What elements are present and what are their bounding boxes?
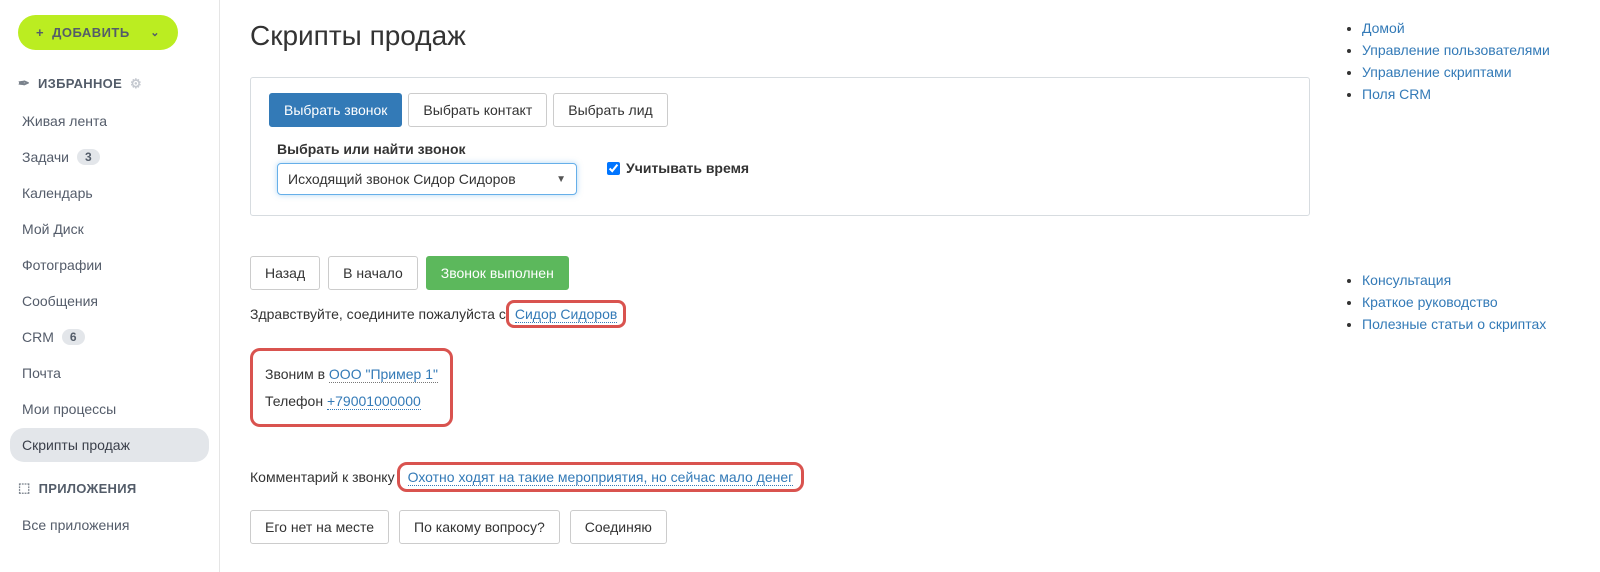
tab-contact[interactable]: Выбрать контакт (408, 93, 547, 127)
tabs: Выбрать звонок Выбрать контакт Выбрать л… (269, 93, 1291, 127)
help-links: Консультация Краткое руководство Полезные … (1340, 272, 1570, 332)
greeting-line: Здравствуйте, соедините пожалуйста с Сид… (250, 300, 1310, 328)
help-item: Краткое руководство (1362, 294, 1570, 310)
sidebar-item[interactable]: Фотографии (10, 248, 209, 282)
add-button-label: ДОБАВИТЬ (52, 25, 130, 40)
help-link[interactable]: Полезные статьи о скриптах (1362, 316, 1546, 332)
chevron-down-icon: ⌄ (150, 26, 160, 39)
sidebar-item-label: Календарь (22, 185, 93, 201)
response-absent-button[interactable]: Его нет на месте (250, 510, 389, 544)
favorites-title: ИЗБРАННОЕ (38, 76, 122, 91)
response-connecting-button[interactable]: Соединяю (570, 510, 667, 544)
help-item: Полезные статьи о скриптах (1362, 316, 1570, 332)
greeting-name-highlight: Сидор Сидоров (506, 300, 626, 328)
sidebar-item-label: Мой Диск (22, 221, 84, 237)
help-item: Консультация (1362, 272, 1570, 288)
sidebar-item-label: Мои процессы (22, 401, 116, 417)
sidebar-badge: 3 (77, 149, 100, 165)
plus-icon: + (36, 25, 44, 40)
response-buttons: Его нет на месте По какому вопросу? Соед… (250, 510, 1310, 544)
call-info-box: Звоним в ООО "Пример 1" Телефон +7900100… (250, 348, 453, 427)
apps-header: ⬚ ПРИЛОЖЕНИЯ (18, 480, 209, 496)
sidebar-item[interactable]: Задачи 3 (10, 140, 209, 174)
sidebar-item-label: Живая лента (22, 113, 107, 129)
caret-down-icon: ▼ (556, 174, 566, 185)
admin-links: Домой Управление пользователями Управление… (1340, 20, 1570, 102)
select-call-dropdown[interactable]: Исходящий звонок Сидор Сидоров ▼ (277, 163, 577, 195)
start-button[interactable]: В начало (328, 256, 418, 290)
sidebar-item[interactable]: Живая лента (10, 104, 209, 138)
consider-time-checkbox[interactable] (607, 162, 620, 175)
comment-line: Комментарий к звонку Охотно ходят на так… (250, 462, 1310, 492)
phone-label: Телефон (265, 393, 327, 409)
sidebar-item[interactable]: Почта (10, 356, 209, 390)
sidebar-item[interactable]: Все приложения (10, 508, 209, 542)
sidebar-item[interactable]: CRM 6 (10, 320, 209, 354)
consider-time-row: Учитывать время (607, 160, 749, 176)
sidebar-item-label: Скрипты продаж (22, 437, 130, 453)
consider-time-label: Учитывать время (626, 160, 749, 176)
apps-list: Все приложения (10, 508, 209, 542)
sidebar-item[interactable]: Мои процессы (10, 392, 209, 426)
sidebar-item[interactable]: Скрипты продаж (10, 428, 209, 462)
sidebar-item[interactable]: Сообщения (10, 284, 209, 318)
response-question-button[interactable]: По какому вопросу? (399, 510, 560, 544)
help-link[interactable]: Краткое руководство (1362, 294, 1498, 310)
company-link[interactable]: ООО "Пример 1" (329, 366, 438, 383)
admin-link[interactable]: Управление пользователями (1362, 42, 1550, 58)
box-icon: ⬚ (18, 480, 31, 496)
apps-title: ПРИЛОЖЕНИЯ (39, 481, 137, 496)
action-row: Назад В начало Звонок выполнен (250, 256, 1310, 290)
admin-link[interactable]: Управление скриптами (1362, 64, 1512, 80)
add-button[interactable]: + ДОБАВИТЬ ⌄ (18, 15, 178, 50)
comment-prefix: Комментарий к звонку (250, 469, 395, 485)
pin-icon: ✒ (18, 75, 30, 92)
sidebar-item-label: Сообщения (22, 293, 98, 309)
greeting-name-link[interactable]: Сидор Сидоров (515, 306, 617, 323)
calling-prefix: Звоним в (265, 366, 329, 382)
admin-item: Управление пользователями (1362, 42, 1570, 58)
main-content: Скрипты продаж Выбрать звонок Выбрать ко… (250, 20, 1310, 552)
sidebar-item-label: CRM (22, 329, 54, 345)
admin-link[interactable]: Поля CRM (1362, 86, 1431, 102)
admin-link[interactable]: Домой (1362, 20, 1405, 36)
comment-highlight: Охотно ходят на такие мероприятия, но се… (397, 462, 805, 492)
phone-line: Телефон +79001000000 (265, 388, 438, 415)
admin-item: Поля CRM (1362, 86, 1570, 102)
right-sidebar: Домой Управление пользователями Управление… (1340, 20, 1570, 552)
favorites-list: Живая лента Задачи 3 Календарь Мой Диск Фотог… (10, 104, 209, 462)
favorites-header: ✒ ИЗБРАННОЕ ⚙ (18, 75, 209, 92)
sidebar-item-label: Фотографии (22, 257, 102, 273)
select-call-group: Выбрать или найти звонок Исходящий звоно… (269, 141, 577, 195)
admin-item: Домой (1362, 20, 1570, 36)
sidebar-item[interactable]: Календарь (10, 176, 209, 210)
calling-line: Звоним в ООО "Пример 1" (265, 361, 438, 388)
sidebar: + ДОБАВИТЬ ⌄ ✒ ИЗБРАННОЕ ⚙ Живая лента За… (0, 0, 220, 572)
greeting-prefix: Здравствуйте, соедините пожалуйста с (250, 306, 506, 322)
call-done-button[interactable]: Звонок выполнен (426, 256, 569, 290)
sidebar-item-label: Почта (22, 365, 61, 381)
gear-icon[interactable]: ⚙ (130, 76, 142, 92)
admin-item: Управление скриптами (1362, 64, 1570, 80)
sidebar-item-label: Задачи (22, 149, 69, 165)
phone-link[interactable]: +79001000000 (327, 393, 421, 410)
select-panel: Выбрать звонок Выбрать контакт Выбрать л… (250, 77, 1310, 216)
select-call-value: Исходящий звонок Сидор Сидоров (288, 171, 516, 187)
page-title: Скрипты продаж (250, 20, 1310, 52)
comment-link[interactable]: Охотно ходят на такие мероприятия, но се… (408, 469, 794, 486)
select-call-label: Выбрать или найти звонок (277, 141, 577, 157)
tab-call[interactable]: Выбрать звонок (269, 93, 402, 127)
help-link[interactable]: Консультация (1362, 272, 1451, 288)
sidebar-item[interactable]: Мой Диск (10, 212, 209, 246)
sidebar-badge: 6 (62, 329, 85, 345)
back-button[interactable]: Назад (250, 256, 320, 290)
tab-lead[interactable]: Выбрать лид (553, 93, 667, 127)
